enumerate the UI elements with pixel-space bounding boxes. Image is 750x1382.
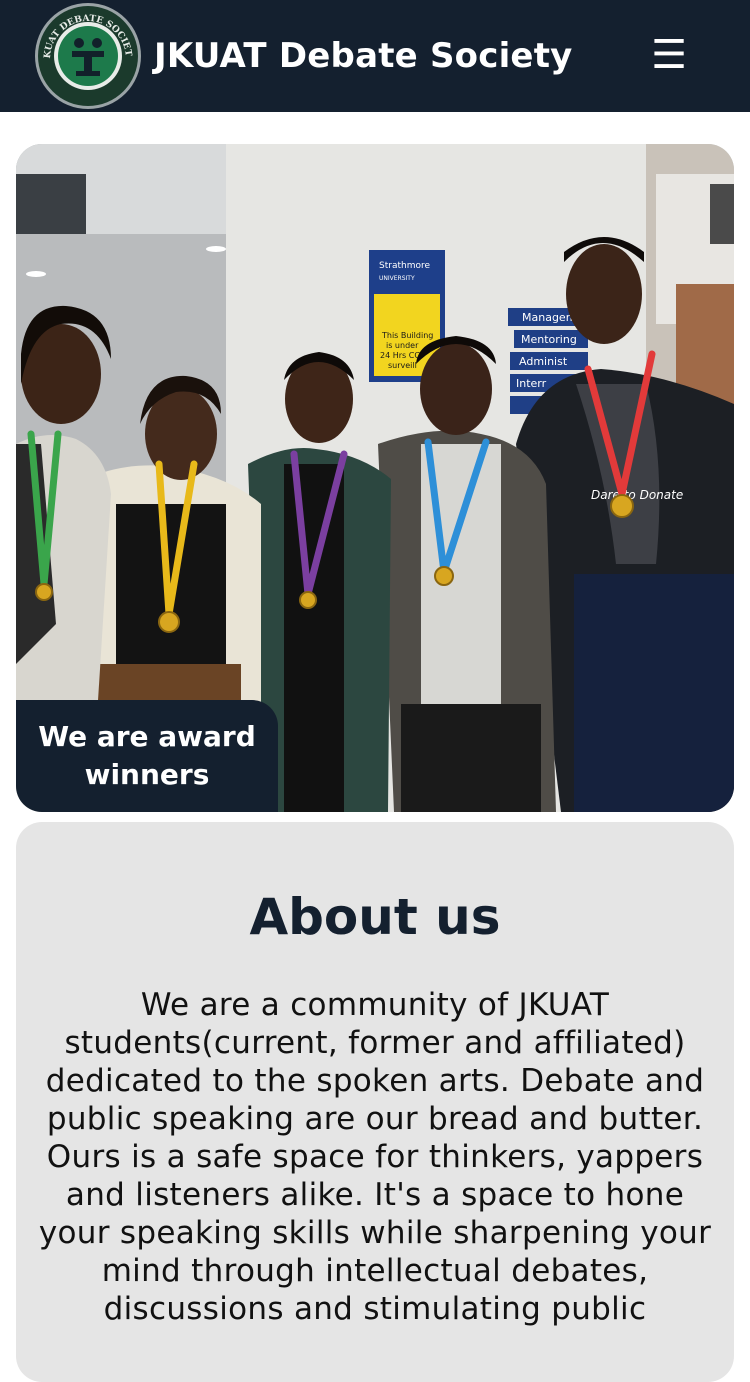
sign-university-sub: UNIVERSITY [379, 275, 415, 282]
about-section: About us We are a community of JKUAT stu… [16, 822, 734, 1382]
hamburger-menu-icon[interactable]: ☰ [644, 30, 694, 80]
directory-item-1: Managem [522, 311, 576, 324]
sign-notice-2: is under [386, 341, 419, 350]
sign-notice-4: surveill [388, 361, 417, 370]
sign-university: Strathmore [379, 261, 430, 271]
directory-item-2: Mentoring [521, 333, 577, 346]
society-logo[interactable]: JKUAT DEBATE SOCIETY [32, 1, 144, 111]
about-description: We are a community of JKUAT students(cur… [38, 987, 712, 1327]
hero-banner: Strathmore UNIVERSITY This Building is u… [16, 144, 734, 812]
hero-caption: We are award winners [16, 700, 278, 812]
directory-item-4: Interr [516, 377, 547, 390]
directory-item-3: Administ [519, 355, 568, 368]
site-header: JKUAT DEBATE SOCIETY JKUAT Debate Societ… [0, 0, 750, 112]
site-title[interactable]: JKUAT Debate Society [154, 36, 573, 76]
sign-notice-1: This Building [381, 331, 433, 340]
about-title: About us [249, 888, 501, 946]
sign-notice-3: 24 Hrs CC [380, 351, 420, 360]
shirt-text: Dare to Donate [591, 488, 683, 502]
